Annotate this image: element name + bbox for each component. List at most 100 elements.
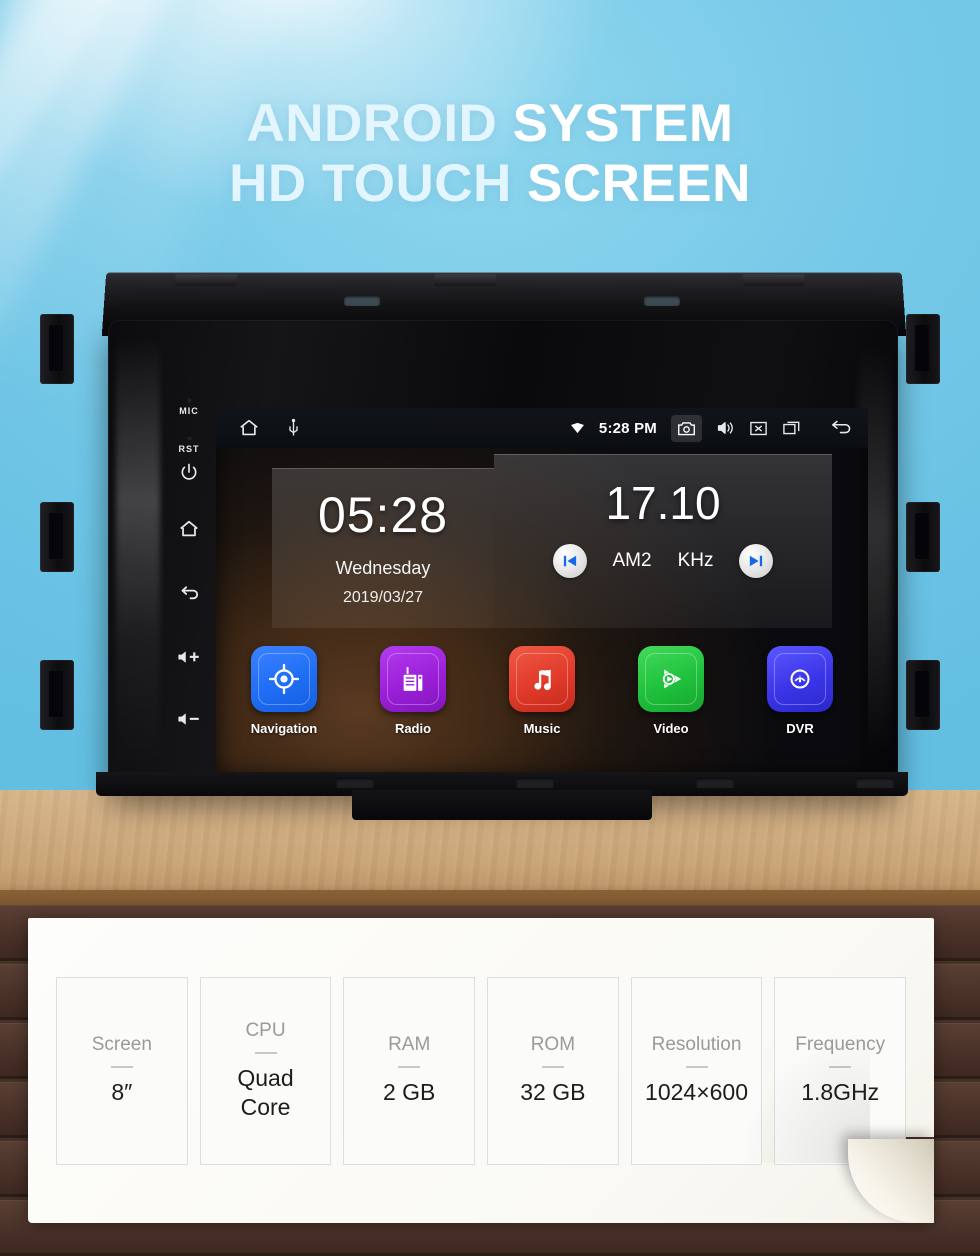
lip-slot (516, 778, 554, 788)
headline-line1-part2: SYSTEM (512, 94, 734, 153)
app-video[interactable]: Video (625, 646, 717, 736)
app-label: Radio (394, 721, 432, 736)
reset-label: RST (178, 444, 200, 454)
navigation-target-icon (268, 663, 300, 695)
music-icon-tile[interactable] (509, 646, 575, 712)
shroud-tab (742, 274, 806, 287)
spec-card-resolution: Resolution 1024×600 (630, 976, 763, 1165)
spec-card-frequency: Frequency 1.8GHz (774, 976, 907, 1165)
app-navigation[interactable]: Navigation (238, 646, 330, 736)
touch-screen-display[interactable]: 5:28 PM 05:28 Wednesday 2019/03/27 17.10… (216, 408, 868, 776)
mounting-bracket (40, 660, 74, 730)
spec-value: 32 GB (520, 1079, 586, 1106)
spec-value: 1024×600 (645, 1079, 749, 1106)
app-shortcut-row: Navigation Radio Music Video DVR (238, 646, 846, 736)
wifi-icon (570, 422, 584, 434)
mounting-bracket (40, 314, 74, 384)
spec-divider (398, 1066, 421, 1069)
video-play-icon (662, 669, 682, 689)
power-button[interactable] (179, 462, 199, 482)
spec-label: Screen (91, 1034, 152, 1056)
radio-icon-tile[interactable] (380, 646, 446, 712)
status-back-button[interactable] (828, 418, 854, 438)
video-icon-tile[interactable] (638, 646, 704, 712)
home-button[interactable] (178, 518, 200, 540)
spec-divider (685, 1066, 708, 1069)
mounting-bracket (40, 502, 74, 572)
volume-up-button[interactable] (176, 647, 202, 667)
volume-up-icon (178, 651, 199, 663)
mounting-bracket (906, 502, 940, 572)
spec-label: ROM (530, 1034, 576, 1056)
home-icon (180, 520, 198, 537)
radio-next-button[interactable] (739, 544, 774, 578)
back-button[interactable] (178, 582, 201, 605)
spec-sheet-panel: Screen 8″ CPU Quad Core RAM 2 GB ROM 32 … (28, 918, 934, 1223)
clock-date: 2019/03/27 (342, 589, 424, 606)
camera-icon (678, 421, 695, 435)
app-dvr[interactable]: DVR (754, 646, 846, 736)
radio-prev-button[interactable] (552, 544, 587, 578)
volume-down-icon (178, 713, 199, 725)
mounting-bracket (906, 660, 940, 730)
wifi-status (570, 422, 585, 434)
mic-hole: MIC (179, 398, 199, 416)
volume-down-button[interactable] (176, 709, 202, 729)
spec-divider (541, 1066, 564, 1069)
reset-pinhole-icon[interactable] (186, 436, 192, 441)
reset-button[interactable]: RST (179, 436, 200, 454)
recent-apps-button[interactable] (782, 419, 802, 437)
status-bar-clock: 5:28 PM (598, 419, 657, 437)
recent-apps-icon (783, 421, 800, 435)
clock-weekday: Wednesday (335, 558, 431, 578)
clock-time: 05:28 (317, 487, 449, 543)
shroud-tab (175, 274, 238, 287)
spec-divider (110, 1066, 133, 1069)
car-stereo-head-unit: MIC RST 5:28 PM 05:28 Wednesday 2019/03/… (40, 272, 940, 820)
dvr-gauge-icon (790, 669, 810, 689)
volume-icon (717, 422, 733, 434)
app-music[interactable]: Music (496, 646, 588, 736)
clock-widget[interactable]: 05:28 Wednesday 2019/03/27 (272, 468, 494, 628)
usb-status (286, 418, 301, 438)
headline-line1-part1: ANDROID (246, 94, 513, 153)
volume-button[interactable] (716, 419, 735, 437)
home-icon (240, 419, 258, 436)
spec-card-screen: Screen 8″ (56, 976, 188, 1165)
close-button[interactable] (749, 420, 768, 437)
spec-card-row: Screen 8″ CPU Quad Core RAM 2 GB ROM 32 … (28, 918, 934, 1223)
spec-value: 1.8GHz (801, 1079, 880, 1106)
lip-slot (336, 778, 374, 788)
headline-line2-part2: SCREEN (527, 153, 751, 213)
status-home-button[interactable] (238, 417, 260, 439)
spec-card-cpu: CPU Quad Core (199, 976, 332, 1165)
radio-widget[interactable]: 17.10 AM2 KHz (494, 454, 832, 628)
dvr-icon-tile[interactable] (767, 646, 833, 712)
body-gloss-highlight (116, 334, 160, 774)
spec-divider (254, 1052, 277, 1055)
spec-label: Resolution (651, 1034, 742, 1056)
app-label: Video (653, 721, 689, 736)
app-radio[interactable]: Radio (367, 646, 459, 736)
spec-label: CPU (245, 1020, 286, 1042)
skip-next-icon (750, 555, 763, 567)
screenshot-camera-button[interactable] (671, 414, 702, 442)
skip-previous-icon (563, 555, 576, 567)
spec-value: 2 GB (382, 1079, 436, 1106)
navigation-icon-tile[interactable] (251, 646, 317, 712)
radio-band: AM2 (612, 550, 652, 571)
back-icon (180, 586, 198, 600)
music-note-icon (534, 669, 551, 691)
spec-label: Frequency (795, 1034, 886, 1056)
radio-unit: KHz (677, 550, 714, 571)
spec-value: 8″ (111, 1079, 133, 1106)
spec-card-rom: ROM 32 GB (487, 976, 619, 1165)
close-box-icon (750, 421, 767, 435)
back-icon (832, 420, 851, 434)
spec-value: Quad Core (237, 1065, 294, 1120)
shroud-notch (343, 296, 381, 306)
spec-label: RAM (388, 1034, 431, 1056)
unit-rear-chassis (352, 790, 652, 820)
app-label: DVR (786, 721, 814, 736)
lip-slot (696, 778, 734, 788)
